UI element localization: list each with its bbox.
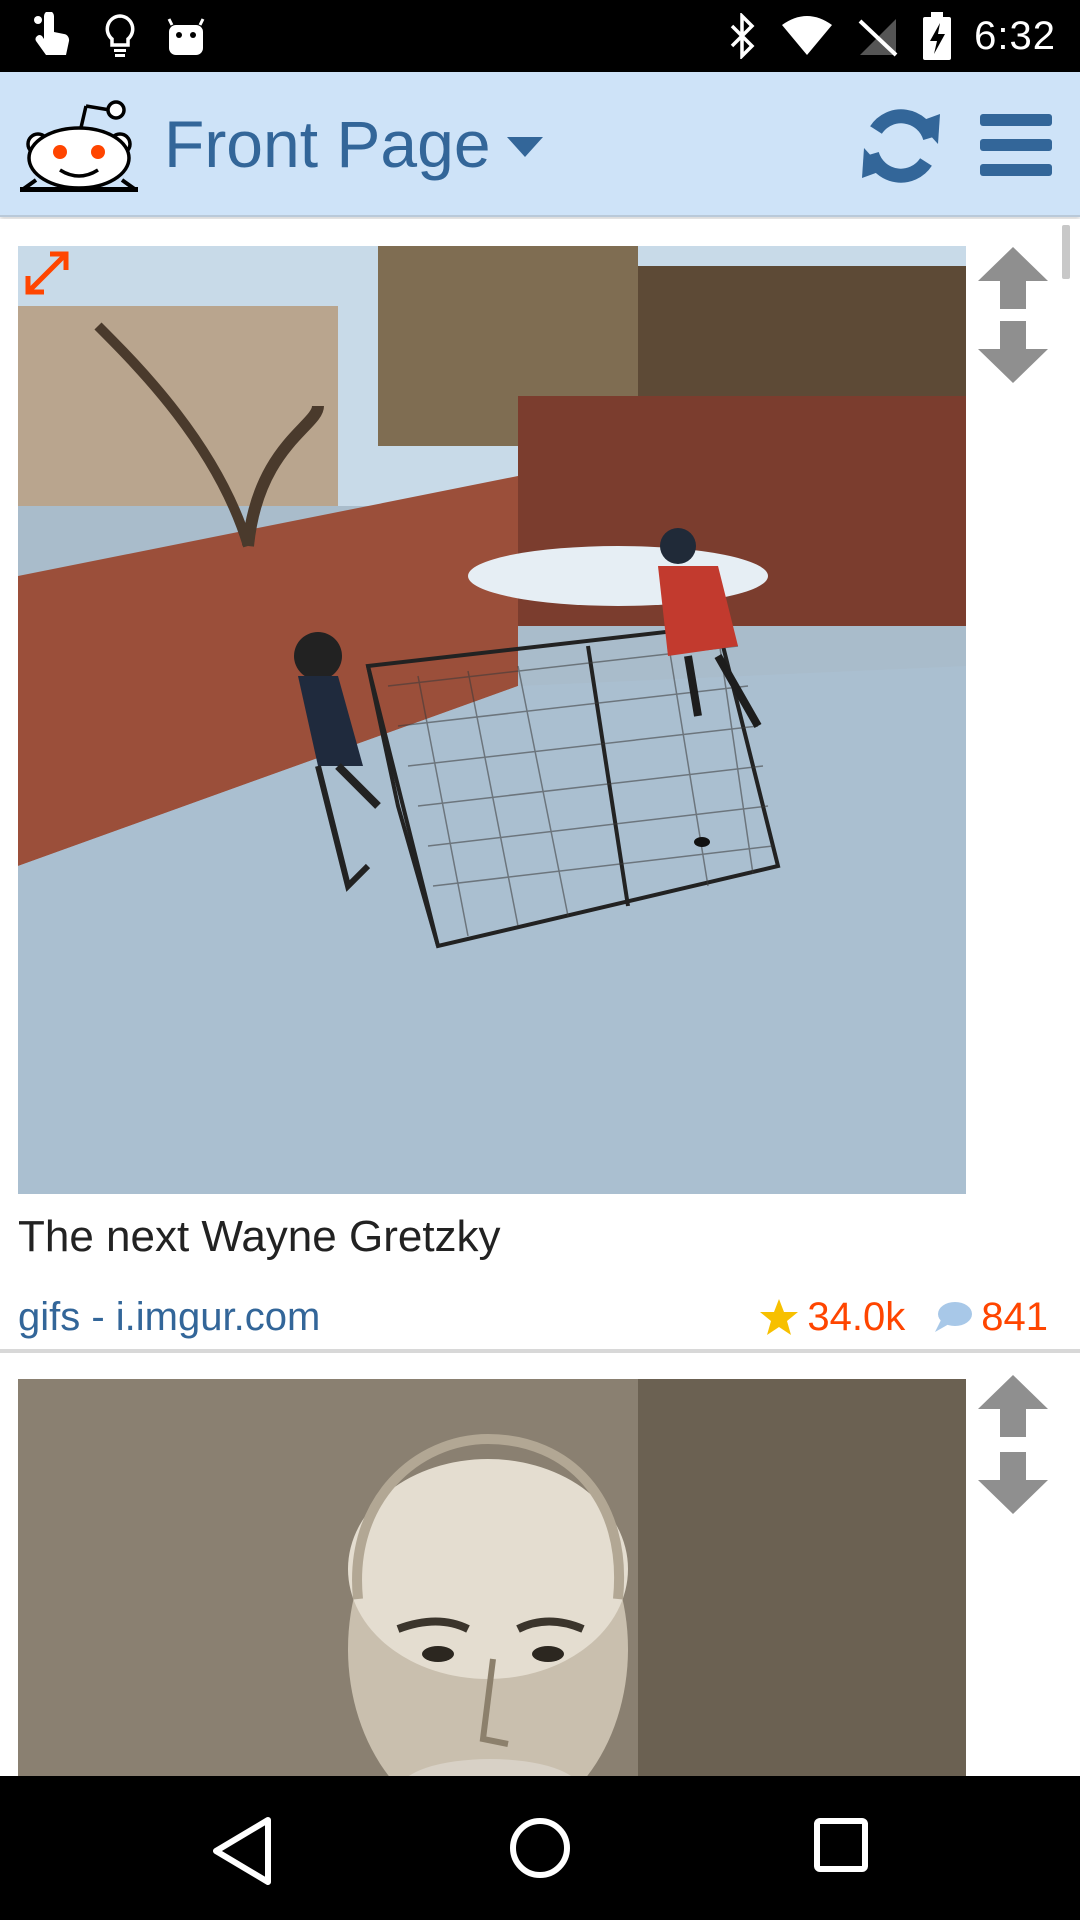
android-icon bbox=[167, 18, 205, 55]
expand-arrows-icon[interactable] bbox=[22, 248, 72, 298]
touch-icon bbox=[34, 12, 70, 55]
post-card[interactable]: The next Wayne Gretzky gifs - i.imgur.co… bbox=[0, 219, 1080, 1353]
bluetooth-icon bbox=[730, 13, 755, 59]
notification-icons bbox=[30, 10, 206, 62]
status-bar: 6:32 bbox=[0, 0, 1080, 72]
comment-count[interactable]: 841 bbox=[981, 1295, 1048, 1340]
lightbulb-icon bbox=[105, 14, 135, 57]
post-stats: 34.0k 841 bbox=[759, 1291, 1048, 1343]
caret-down-icon bbox=[506, 137, 543, 157]
upvote-icon[interactable] bbox=[976, 245, 1050, 311]
hockey-rink-image bbox=[18, 246, 966, 1194]
post-source[interactable]: gifs - i.imgur.com bbox=[18, 1291, 320, 1343]
menu-icon[interactable] bbox=[978, 112, 1054, 178]
home-icon[interactable] bbox=[508, 1816, 572, 1880]
post-title[interactable]: The next Wayne Gretzky bbox=[18, 1209, 958, 1265]
app-header: Front Page bbox=[0, 72, 1080, 217]
clock: 6:32 bbox=[974, 13, 1056, 58]
upvote-icon[interactable] bbox=[976, 1373, 1050, 1439]
post-card[interactable] bbox=[0, 1355, 1080, 1776]
back-icon[interactable] bbox=[210, 1816, 274, 1886]
comment-bubble-icon bbox=[935, 1302, 973, 1332]
star-icon bbox=[760, 1299, 799, 1335]
refresh-icon[interactable] bbox=[858, 104, 944, 188]
downvote-icon[interactable] bbox=[976, 319, 1050, 385]
wifi-icon bbox=[782, 16, 833, 55]
battery-charging-icon bbox=[923, 12, 952, 60]
recents-icon[interactable] bbox=[814, 1818, 868, 1872]
downvote-icon[interactable] bbox=[976, 1450, 1050, 1516]
subreddit-selector[interactable]: Front Page bbox=[164, 106, 543, 182]
post-meta: gifs - i.imgur.com 34.0k 841 bbox=[18, 1291, 1048, 1343]
score: 34.0k bbox=[807, 1294, 906, 1339]
reddit-alien-logo[interactable] bbox=[16, 94, 142, 194]
post-thumbnail[interactable] bbox=[18, 246, 966, 1194]
post-thumbnail[interactable] bbox=[18, 1379, 966, 1776]
system-icons: 6:32 bbox=[728, 10, 1056, 62]
navigation-bar bbox=[0, 1776, 1080, 1920]
no-signal-icon bbox=[858, 19, 898, 57]
divider bbox=[0, 1349, 1080, 1353]
post-feed[interactable]: The next Wayne Gretzky gifs - i.imgur.co… bbox=[0, 219, 1080, 1776]
portrait-image bbox=[18, 1379, 966, 1776]
page-title: Front Page bbox=[164, 107, 491, 181]
